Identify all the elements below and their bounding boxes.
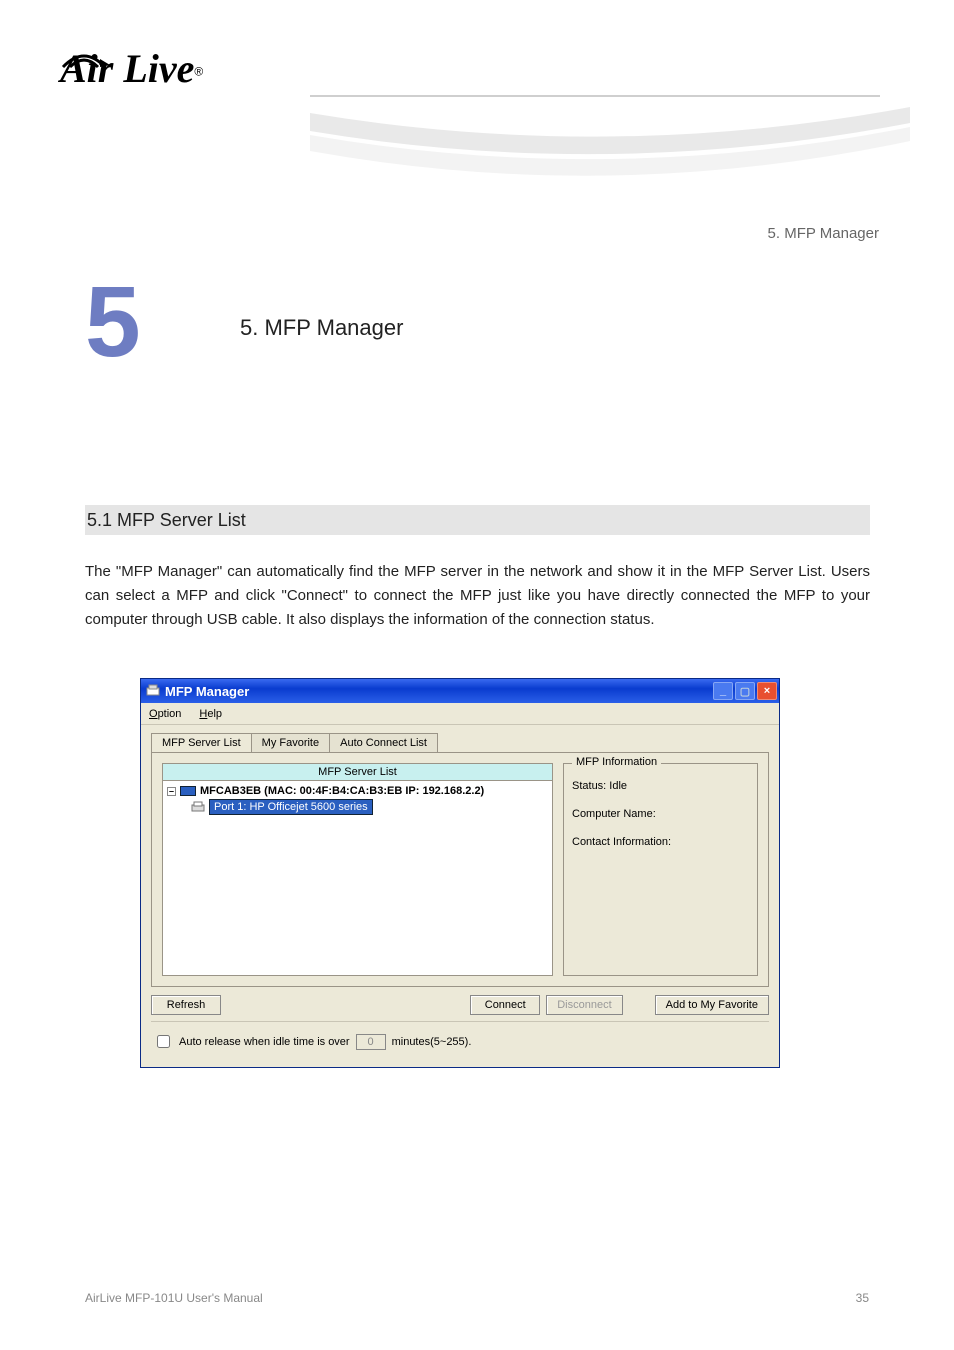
auto-release-label2: minutes(5~255). — [392, 1036, 472, 1048]
registered-icon: ® — [194, 65, 203, 79]
list-header: MFP Server List — [162, 763, 553, 781]
tab-my-favorite[interactable]: My Favorite — [251, 733, 330, 752]
server-tree[interactable]: – MFCAB3EB (MAC: 00:4F:B4:CA:B3:EB IP: 1… — [162, 781, 553, 976]
contact-info-line: Contact Information: — [572, 836, 749, 848]
auto-release-row: Auto release when idle time is over minu… — [151, 1028, 769, 1057]
add-favorite-button[interactable]: Add to My Favorite — [655, 995, 769, 1015]
mfp-manager-window: MFP Manager _ ▢ × Option Help MFP Server… — [140, 678, 780, 1068]
window-title: MFP Manager — [165, 684, 713, 699]
mfp-information-panel: MFP Information Status: Idle Computer Na… — [563, 763, 758, 976]
close-button[interactable]: × — [757, 682, 777, 700]
tree-server-node[interactable]: – MFCAB3EB (MAC: 00:4F:B4:CA:B3:EB IP: 1… — [167, 785, 548, 797]
menu-bar: Option Help — [141, 703, 779, 725]
computer-name-line: Computer Name: — [572, 808, 749, 820]
menu-option[interactable]: Option — [149, 708, 181, 720]
app-icon — [145, 683, 161, 699]
menu-help[interactable]: Help — [199, 708, 222, 720]
refresh-button[interactable]: Refresh — [151, 995, 221, 1015]
info-legend: MFP Information — [572, 756, 661, 768]
port-label: Port 1: HP Officejet 5600 series — [209, 799, 373, 815]
connect-button[interactable]: Connect — [470, 995, 540, 1015]
auto-release-label1: Auto release when idle time is over — [179, 1036, 350, 1048]
maximize-button[interactable]: ▢ — [735, 682, 755, 700]
wifi-arc-icon — [60, 43, 114, 73]
chapter-number: 5 — [85, 280, 170, 365]
server-icon — [180, 786, 196, 796]
brand-logo: Air Live® — [60, 45, 203, 92]
tab-panel: MFP Server List – MFCAB3EB (MAC: 00:4F:B… — [151, 752, 769, 987]
server-label: MFCAB3EB (MAC: 00:4F:B4:CA:B3:EB IP: 192… — [200, 785, 484, 797]
footer-left: AirLive MFP-101U User's Manual — [85, 1291, 263, 1305]
window-titlebar[interactable]: MFP Manager _ ▢ × — [141, 679, 779, 703]
printer-icon — [191, 801, 205, 813]
header-swoosh — [310, 95, 910, 195]
idle-minutes-input — [356, 1034, 386, 1050]
chapter-title: 5. MFP Manager — [240, 315, 403, 341]
running-header: 5. MFP Manager — [768, 225, 879, 242]
auto-release-checkbox[interactable] — [157, 1035, 170, 1048]
footer-page-number: 35 — [856, 1291, 869, 1305]
tab-mfp-server-list[interactable]: MFP Server List — [151, 733, 252, 752]
section-title: 5.1 MFP Server List — [85, 505, 870, 535]
tree-collapse-icon[interactable]: – — [167, 787, 176, 796]
disconnect-button: Disconnect — [546, 995, 622, 1015]
minimize-button[interactable]: _ — [713, 682, 733, 700]
tab-auto-connect-list[interactable]: Auto Connect List — [329, 733, 438, 752]
tree-port-node[interactable]: Port 1: HP Officejet 5600 series — [191, 799, 548, 815]
tab-row: MFP Server List My Favorite Auto Connect… — [151, 733, 769, 752]
body-paragraph: The "MFP Manager" can automatically find… — [85, 560, 870, 632]
status-line: Status: Idle — [572, 780, 749, 792]
